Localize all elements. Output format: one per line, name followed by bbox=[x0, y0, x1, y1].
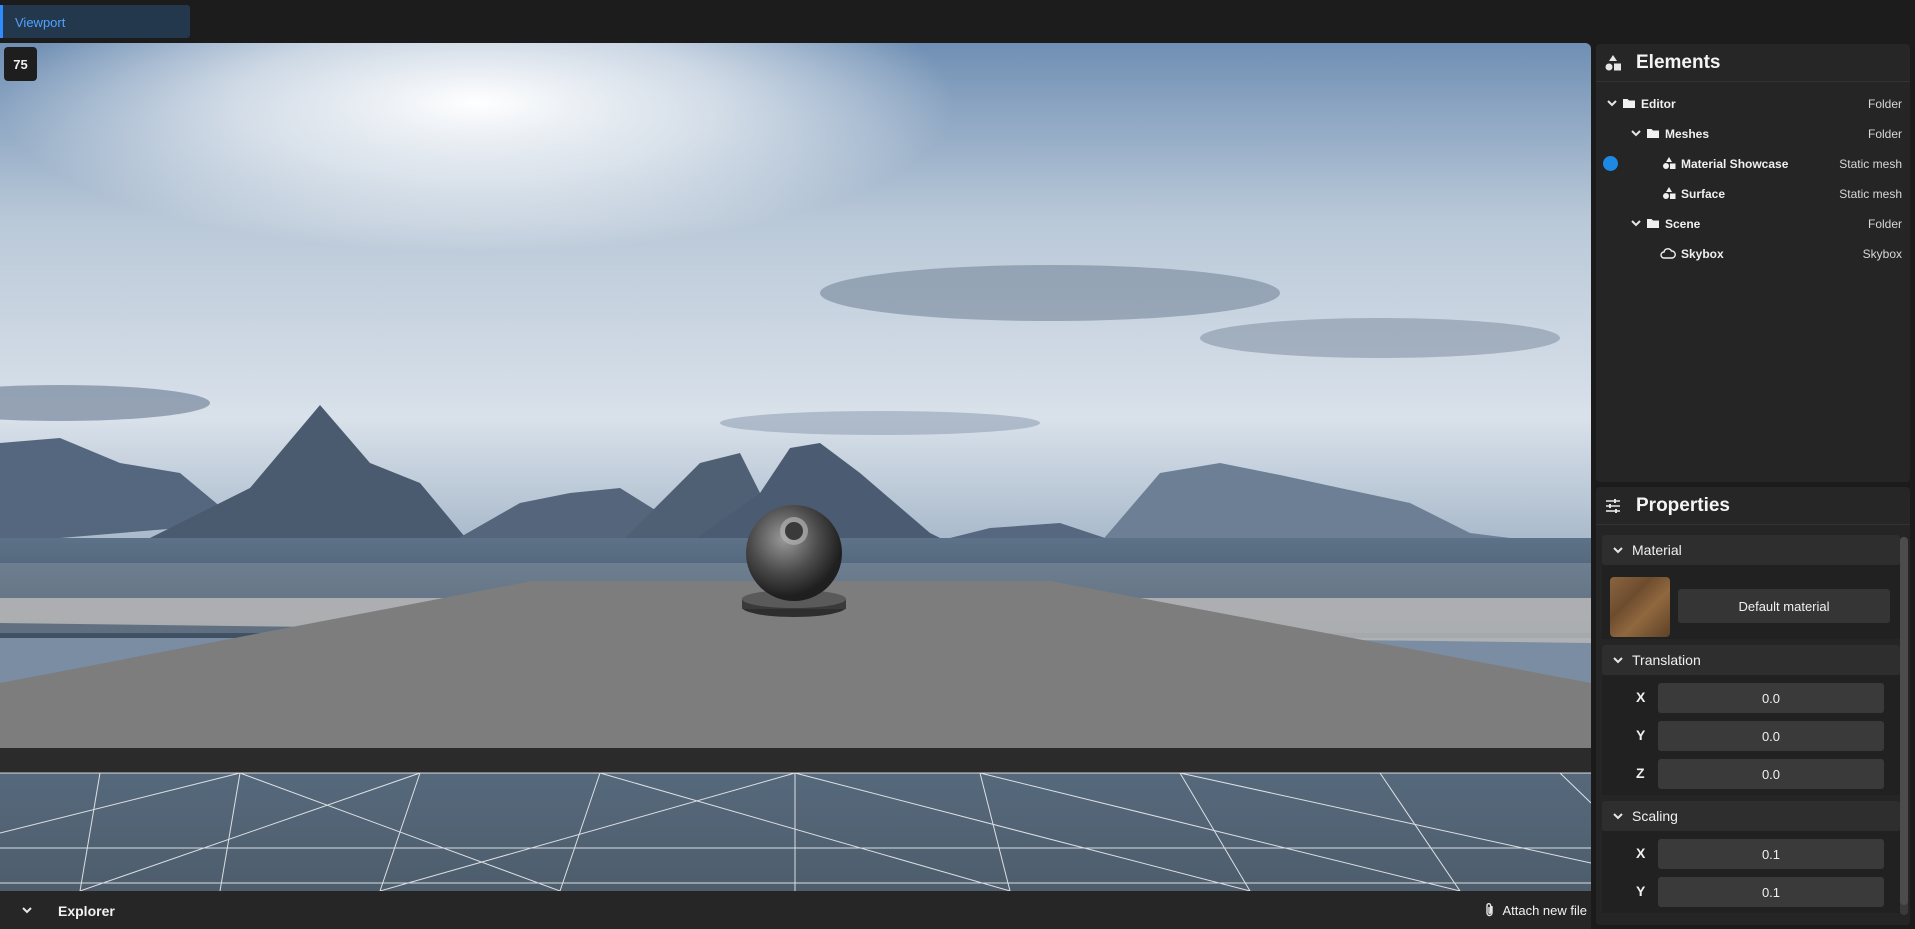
tree-item-type: Skybox bbox=[1862, 247, 1902, 261]
tab-viewport-label: Viewport bbox=[15, 15, 66, 30]
properties-title: Properties bbox=[1636, 494, 1730, 516]
properties-body: Material Default material Translation X … bbox=[1596, 525, 1910, 913]
chevron-down-icon bbox=[1613, 547, 1623, 554]
scaling-y-row: Y 0.1 bbox=[1602, 873, 1900, 911]
tree-item-type: Folder bbox=[1867, 97, 1902, 111]
tree-item-label: Skybox bbox=[1681, 247, 1724, 261]
material-select-button[interactable]: Default material bbox=[1678, 589, 1890, 623]
material-thumbnail[interactable] bbox=[1610, 577, 1670, 637]
field-label: Y bbox=[1636, 883, 1646, 899]
tree-item-type: Folder bbox=[1867, 127, 1902, 141]
collapse-explorer-button[interactable] bbox=[16, 899, 38, 921]
tree-item-label: Scene bbox=[1665, 217, 1701, 231]
section-scaling: X 0.1 Y 0.1 bbox=[1602, 831, 1900, 913]
chevron-down-icon[interactable] bbox=[1606, 97, 1618, 109]
chevron-down-icon[interactable] bbox=[1630, 217, 1642, 229]
top-bar: Viewport bbox=[0, 0, 1915, 43]
folder-icon bbox=[1647, 219, 1659, 228]
tree-item-material-showcase[interactable]: Material Showcase Static mesh bbox=[1596, 148, 1910, 178]
translation-x-input[interactable]: 0.0 bbox=[1658, 683, 1884, 713]
tree-item-surface[interactable]: Surface Static mesh bbox=[1596, 178, 1910, 208]
bottom-bar: Explorer Attach new file bbox=[0, 891, 1591, 929]
scrollbar-thumb[interactable] bbox=[1900, 537, 1908, 905]
material-row: Default material bbox=[1602, 569, 1900, 637]
section-title: Scaling bbox=[1632, 808, 1678, 824]
scaling-x-row: X 0.1 bbox=[1602, 835, 1900, 873]
attach-file-label: Attach new file bbox=[1502, 902, 1587, 918]
tree-item-skybox[interactable]: Skybox Skybox bbox=[1596, 238, 1910, 268]
chevron-down-icon bbox=[22, 907, 32, 914]
selection-indicator bbox=[1603, 156, 1618, 171]
attach-file-button[interactable]: Attach new file bbox=[1484, 899, 1587, 921]
section-title: Translation bbox=[1632, 652, 1701, 668]
properties-scrollbar[interactable] bbox=[1900, 537, 1908, 915]
elements-panel: Elements Editor Folder Meshes Folder Mat… bbox=[1596, 44, 1910, 482]
sliders-icon bbox=[1604, 497, 1622, 515]
scaling-x-input[interactable]: 0.1 bbox=[1658, 839, 1884, 869]
fps-counter: 75 bbox=[4, 47, 37, 81]
tree-item-type: Static mesh bbox=[1839, 187, 1902, 201]
cloud-icon bbox=[1660, 248, 1676, 259]
translation-z-row: Z 0.0 bbox=[1602, 755, 1900, 793]
mesh-icon bbox=[1663, 157, 1676, 169]
folder-icon bbox=[1647, 129, 1659, 138]
tree-item-label: Material Showcase bbox=[1681, 157, 1789, 171]
scene-render bbox=[0, 43, 1591, 891]
section-scaling-header[interactable]: Scaling bbox=[1602, 801, 1900, 831]
paperclip-icon bbox=[1486, 903, 1494, 917]
elements-header: Elements bbox=[1596, 44, 1910, 82]
section-material-header[interactable]: Material bbox=[1602, 535, 1900, 565]
viewport-3d[interactable]: 75 bbox=[0, 43, 1591, 891]
chevron-down-icon bbox=[1613, 813, 1623, 820]
elements-title: Elements bbox=[1636, 51, 1721, 73]
section-translation-header[interactable]: Translation bbox=[1602, 645, 1900, 675]
mesh-icon bbox=[1663, 187, 1676, 199]
scaling-y-input[interactable]: 0.1 bbox=[1658, 877, 1884, 907]
section-material: Default material bbox=[1602, 565, 1900, 639]
chevron-down-icon bbox=[1613, 657, 1623, 664]
element-tree: Editor Folder Meshes Folder Material Sho… bbox=[1596, 82, 1910, 268]
field-label: X bbox=[1636, 845, 1646, 861]
explorer-label: Explorer bbox=[58, 903, 115, 919]
tab-viewport[interactable]: Viewport bbox=[0, 5, 190, 38]
tree-item-meshes[interactable]: Meshes Folder bbox=[1596, 118, 1910, 148]
translation-x-row: X 0.0 bbox=[1602, 679, 1900, 717]
field-label: Y bbox=[1636, 727, 1646, 743]
properties-header: Properties bbox=[1596, 487, 1910, 525]
field-label: X bbox=[1636, 689, 1646, 705]
translation-y-row: Y 0.0 bbox=[1602, 717, 1900, 755]
tree-item-label: Meshes bbox=[1665, 127, 1710, 141]
tree-item-type: Folder bbox=[1867, 217, 1902, 231]
tree-item-type: Static mesh bbox=[1839, 157, 1902, 171]
properties-panel: Properties Material Default material Tra… bbox=[1596, 487, 1910, 925]
section-title: Material bbox=[1632, 542, 1682, 558]
field-label: Z bbox=[1636, 765, 1645, 781]
tree-item-label: Editor bbox=[1641, 97, 1676, 111]
shapes-icon bbox=[1604, 54, 1622, 72]
translation-z-input[interactable]: 0.0 bbox=[1658, 759, 1884, 789]
tree-item-scene[interactable]: Scene Folder bbox=[1596, 208, 1910, 238]
folder-icon bbox=[1623, 99, 1635, 108]
chevron-down-icon[interactable] bbox=[1630, 127, 1642, 139]
section-translation: X 0.0 Y 0.0 Z 0.0 bbox=[1602, 675, 1900, 795]
tree-item-label: Surface bbox=[1681, 187, 1726, 201]
tree-item-editor[interactable]: Editor Folder bbox=[1596, 88, 1910, 118]
translation-y-input[interactable]: 0.0 bbox=[1658, 721, 1884, 751]
